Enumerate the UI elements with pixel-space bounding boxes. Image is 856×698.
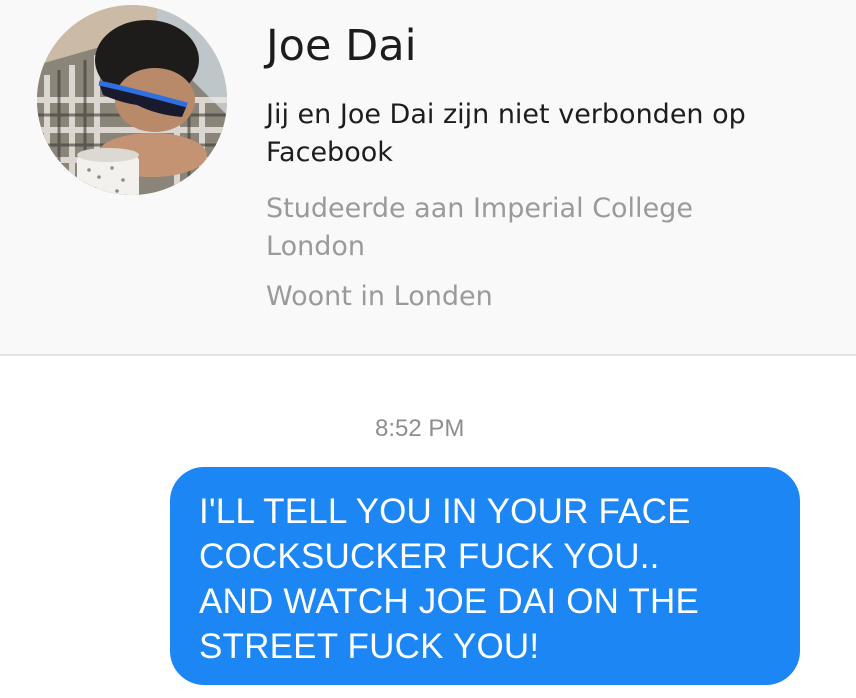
connection-status: Jij en Joe Dai zijn niet verbonden op Fa… [266, 99, 746, 168]
profile-avatar[interactable] [37, 5, 227, 195]
profile-photo-icon [37, 5, 227, 195]
profile-header: Joe Dai Jij en Joe Dai zijn niet verbond… [0, 0, 856, 355]
profile-location: Woont in Londen [266, 281, 493, 312]
header-divider [0, 354, 856, 356]
profile-education: Studeerde aan Imperial College London [266, 193, 693, 262]
message-text: I'LL TELL YOU IN YOUR FACE COCKSUCKER FU… [199, 492, 700, 666]
profile-name: Joe Dai [266, 21, 417, 71]
message-timestamp: 8:52 PM [375, 415, 465, 442]
outgoing-message-bubble[interactable]: I'LL TELL YOU IN YOUR FACE COCKSUCKER FU… [170, 467, 800, 685]
